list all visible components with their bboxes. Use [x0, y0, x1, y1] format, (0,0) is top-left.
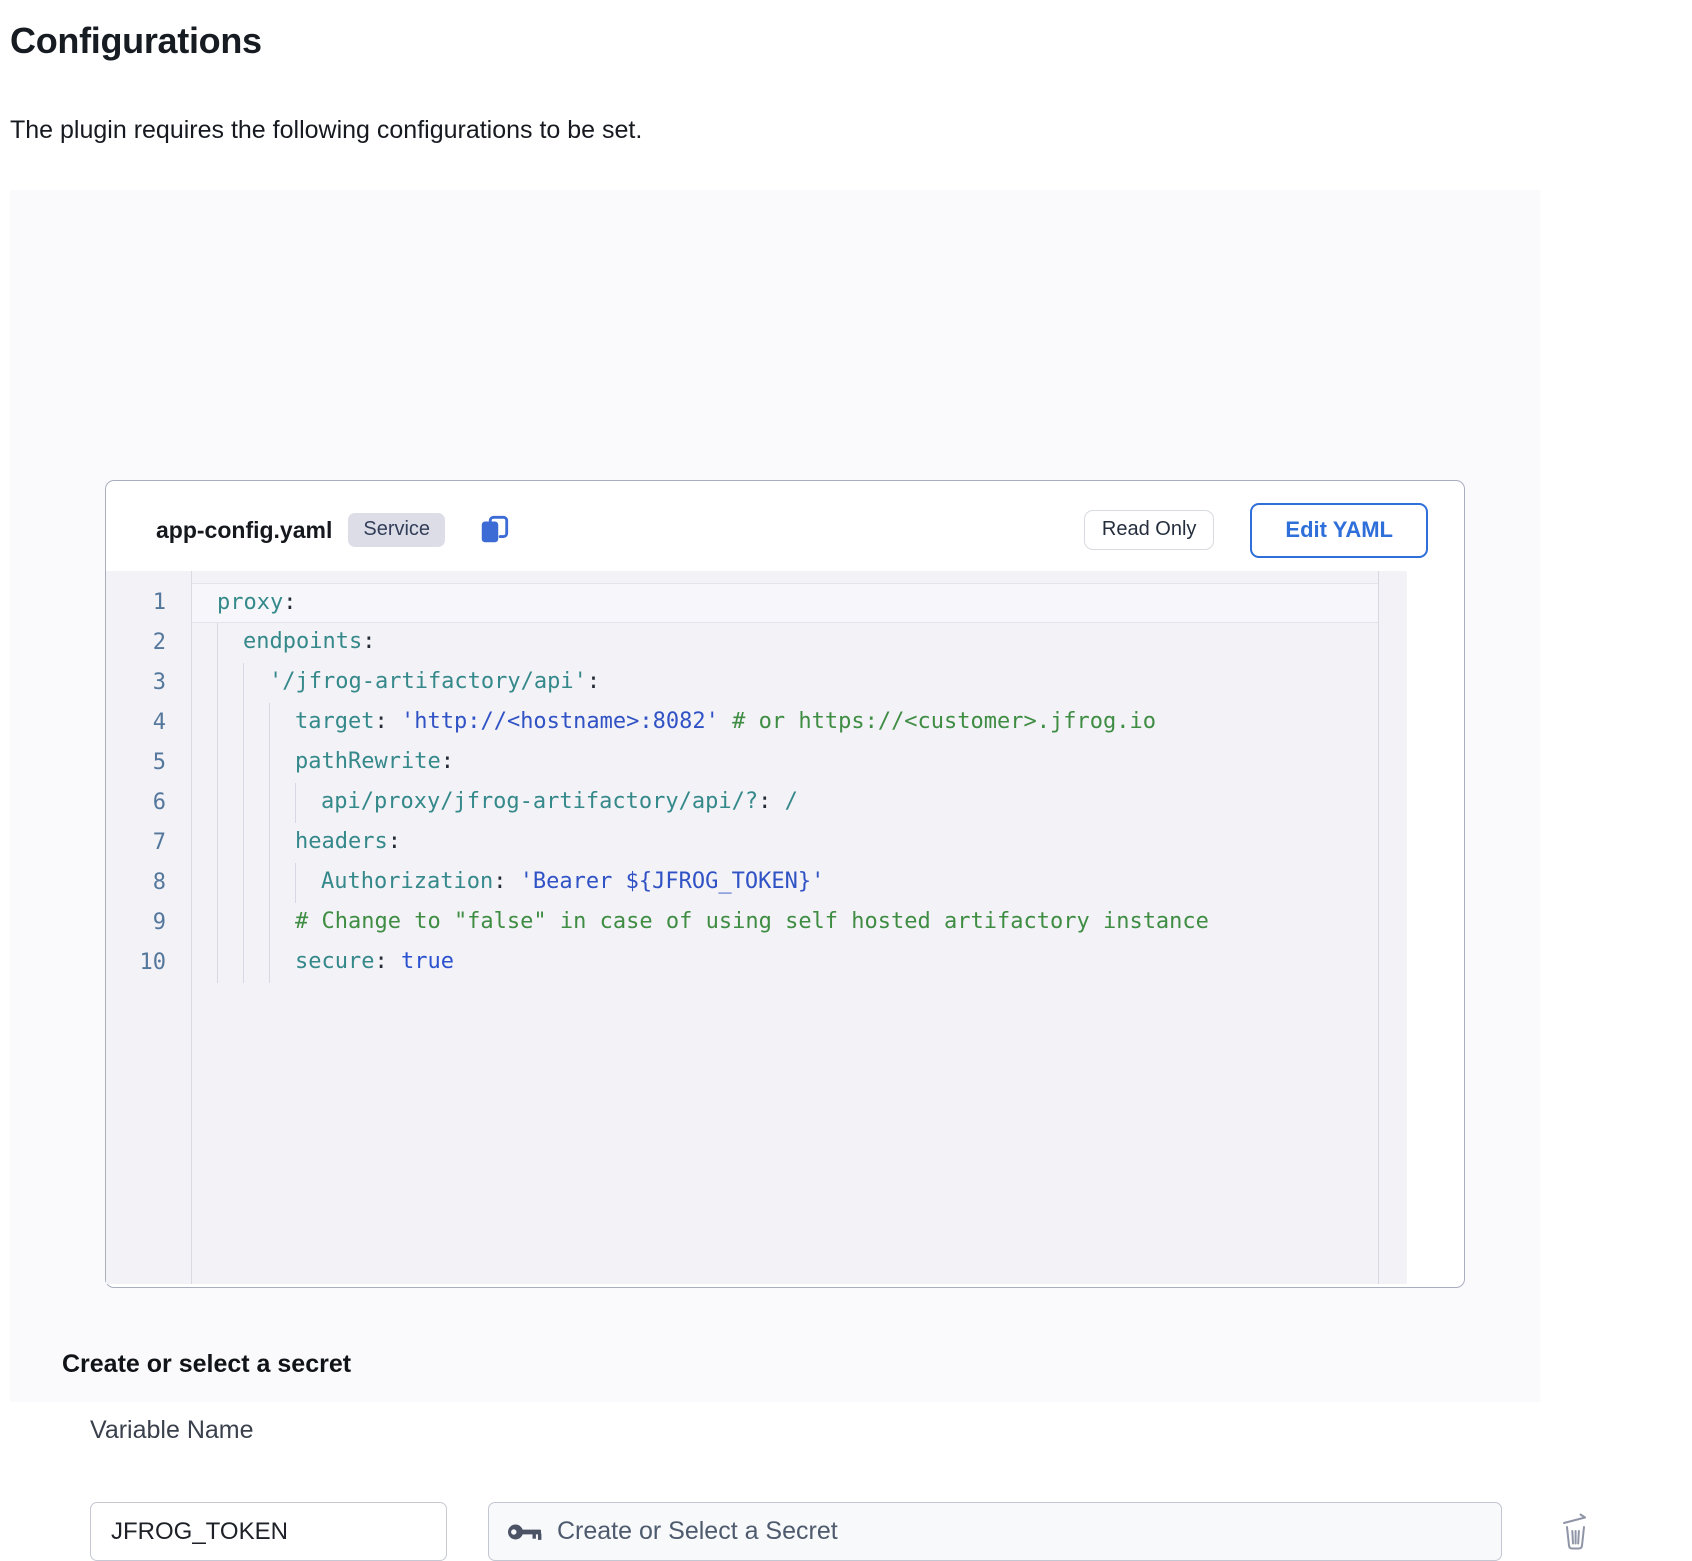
- variable-name-label: Variable Name: [90, 1416, 254, 1445]
- indent-guide: [269, 783, 295, 823]
- code-text: '/jfrog-artifactory/api':: [192, 663, 1378, 703]
- indent-guide: [217, 903, 243, 943]
- code-text: Authorization: 'Bearer ${JFROG_TOKEN}': [192, 863, 1378, 903]
- yaml-config-card: app-config.yaml Service Read Only Edit Y…: [105, 480, 1465, 1288]
- indent-guide: [269, 823, 295, 863]
- indent-guide: [295, 783, 321, 823]
- line-number: 7: [106, 823, 191, 863]
- configurations-panel: app-config.yaml Service Read Only Edit Y…: [10, 190, 1540, 1402]
- code-line: 7headers:: [106, 823, 1378, 863]
- code-line: 3'/jfrog-artifactory/api':: [106, 663, 1378, 703]
- trash-icon: [1556, 1510, 1594, 1552]
- code-text: api/proxy/jfrog-artifactory/api/?: /: [192, 783, 1378, 823]
- kind-badge: Service: [348, 513, 445, 547]
- indent-guide: [217, 703, 243, 743]
- indent-guide: [217, 823, 243, 863]
- line-number: 4: [106, 703, 191, 743]
- code-text: secure: true: [192, 943, 1378, 983]
- read-only-badge: Read Only: [1084, 510, 1215, 550]
- edit-yaml-button[interactable]: Edit YAML: [1250, 503, 1428, 558]
- line-number: 2: [106, 623, 191, 663]
- indent-guide: [243, 663, 269, 703]
- delete-secret-button[interactable]: [1554, 1508, 1596, 1554]
- indent-guide: [243, 943, 269, 983]
- secret-select-field[interactable]: [488, 1502, 1502, 1561]
- indent-guide: [243, 863, 269, 903]
- indent-guide: [217, 743, 243, 783]
- code-text: # Change to "false" in case of using sel…: [192, 903, 1378, 943]
- line-number: 6: [106, 783, 191, 823]
- line-number: 1: [106, 583, 191, 623]
- editor-scrollbar[interactable]: [1378, 571, 1407, 1284]
- line-number: 3: [106, 663, 191, 703]
- page-title: Configurations: [10, 20, 262, 62]
- code-line: 4target: 'http://<hostname>:8082' # or h…: [106, 703, 1378, 743]
- code-line: 1proxy:: [106, 583, 1378, 623]
- code-line: 6api/proxy/jfrog-artifactory/api/?: /: [106, 783, 1378, 823]
- indent-guide: [217, 663, 243, 703]
- indent-guide: [295, 863, 321, 903]
- indent-guide: [243, 903, 269, 943]
- indent-guide: [269, 703, 295, 743]
- variable-name-input[interactable]: [90, 1502, 447, 1561]
- code-lines: 1proxy:2endpoints:3'/jfrog-artifactory/a…: [106, 583, 1378, 983]
- code-line: 10secure: true: [106, 943, 1378, 983]
- line-number: 8: [106, 863, 191, 903]
- key-icon: [507, 1521, 543, 1543]
- indent-guide: [217, 863, 243, 903]
- indent-guide: [269, 903, 295, 943]
- line-number: 10: [106, 943, 191, 983]
- file-name: app-config.yaml: [156, 517, 332, 544]
- code-line: 8Authorization: 'Bearer ${JFROG_TOKEN}': [106, 863, 1378, 903]
- secret-section-heading: Create or select a secret: [62, 1350, 351, 1379]
- code-line: 5pathRewrite:: [106, 743, 1378, 783]
- indent-guide: [269, 943, 295, 983]
- secret-select-input[interactable]: [557, 1517, 1483, 1546]
- code-line: 9# Change to "false" in case of using se…: [106, 903, 1378, 943]
- code-text: proxy:: [192, 583, 1378, 623]
- indent-guide: [243, 703, 269, 743]
- gutter-separator: [191, 571, 192, 1284]
- indent-guide: [269, 743, 295, 783]
- yaml-code-editor[interactable]: 1proxy:2endpoints:3'/jfrog-artifactory/a…: [106, 571, 1407, 1284]
- copy-icon: [478, 514, 510, 546]
- indent-guide: [243, 823, 269, 863]
- line-number: 5: [106, 743, 191, 783]
- line-number: 9: [106, 903, 191, 943]
- indent-guide: [217, 783, 243, 823]
- indent-guide: [243, 743, 269, 783]
- indent-guide: [269, 863, 295, 903]
- code-text: pathRewrite:: [192, 743, 1378, 783]
- indent-guide: [243, 783, 269, 823]
- code-text: endpoints:: [192, 623, 1378, 663]
- code-line: 2endpoints:: [106, 623, 1378, 663]
- copy-button[interactable]: [477, 513, 511, 547]
- indent-guide: [217, 943, 243, 983]
- indent-guide: [217, 623, 243, 663]
- code-text: headers:: [192, 823, 1378, 863]
- code-text: target: 'http://<hostname>:8082' # or ht…: [192, 703, 1378, 743]
- yaml-card-header: app-config.yaml Service Read Only Edit Y…: [106, 481, 1464, 571]
- page-subtitle: The plugin requires the following config…: [10, 116, 642, 145]
